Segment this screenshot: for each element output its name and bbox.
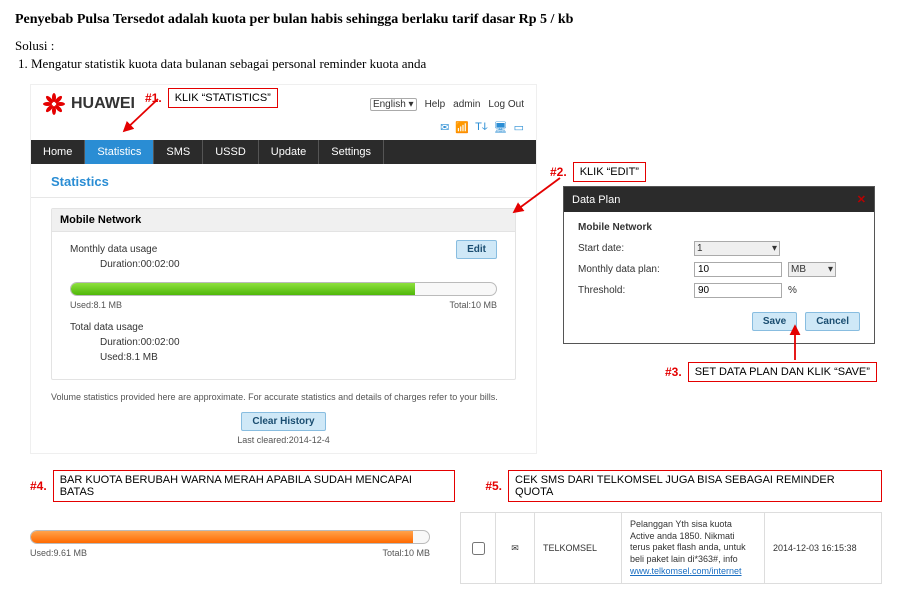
battery-icon: ▭ — [514, 121, 524, 134]
menu-settings[interactable]: Settings — [319, 140, 384, 164]
user-link[interactable]: admin — [453, 99, 480, 110]
arrow-1 — [120, 97, 160, 135]
menu-statistics[interactable]: Statistics — [85, 140, 154, 164]
menu-home[interactable]: Home — [31, 140, 85, 164]
disclaimer-note: Volume statistics provided here are appr… — [51, 392, 516, 402]
step-1: 1. Mengatur statistik kuota data bulanan… — [18, 56, 882, 72]
top-links: English ▾ Help admin Log Out — [370, 98, 524, 111]
huawei-admin-panel: HUAWEI English ▾ Help admin Log Out ✉ 📶 … — [30, 84, 537, 454]
ann1-text: KLIK “STATISTICS” — [168, 88, 278, 108]
menu-ussd[interactable]: USSD — [203, 140, 259, 164]
monthly-used: Used:8.1 MB — [70, 300, 122, 310]
doc-title: Penyebab Pulsa Tersedot adalah kuota per… — [15, 12, 882, 28]
pc-icon: 🖥 — [494, 121, 508, 134]
logout-link[interactable]: Log Out — [488, 99, 524, 110]
clear-history-button[interactable]: Clear History — [241, 412, 325, 431]
edit-button[interactable]: Edit — [456, 240, 497, 259]
ann4-text: BAR KUOTA BERUBAH WARNA MERAH APABILA SU… — [53, 470, 456, 502]
signal-icon: 📶 — [455, 121, 469, 134]
solusi-label: Solusi : — [15, 38, 882, 54]
quota-bar-red — [30, 530, 430, 544]
sms-row: ✉ TELKOMSEL Pelanggan Yth sisa kuota Act… — [460, 512, 882, 584]
menu-sms[interactable]: SMS — [154, 140, 203, 164]
mdp-unit-select[interactable]: MB▾ — [788, 262, 836, 277]
envelope-icon: ✉ — [511, 543, 519, 554]
sms-time: 2014-12-03 16:15:38 — [773, 543, 857, 553]
network-icon: Tↆ — [475, 121, 488, 134]
ann5-text: CEK SMS DARI TELKOMSEL JUGA BISA SEBAGAI… — [508, 470, 882, 502]
arrow-2 — [510, 176, 565, 216]
data-plan-dialog: Data Plan ✕ Mobile Network Start date: 1… — [563, 186, 875, 344]
total-section: Total data usage — [70, 322, 497, 333]
page-heading: Statistics — [31, 164, 536, 198]
monthly-bar — [70, 282, 497, 296]
start-date-label: Start date: — [578, 243, 688, 254]
total-used: Used:8.1 MB — [100, 352, 497, 363]
ann3-num: #3. — [665, 365, 682, 379]
main-menu: Home Statistics SMS USSD Update Settings — [31, 140, 536, 164]
arrow-3 — [787, 324, 803, 362]
mobile-network-panel: Mobile Network Monthly data usage Durati… — [51, 208, 516, 380]
menu-update[interactable]: Update — [259, 140, 319, 164]
lang-select[interactable]: English ▾ — [370, 98, 417, 111]
start-date-select[interactable]: 1▾ — [694, 241, 780, 256]
monthly-total: Total:10 MB — [449, 300, 497, 310]
monthly-label: Monthly data usage — [70, 244, 456, 255]
last-cleared: Last cleared:2014-12-4 — [31, 435, 536, 453]
sms-link[interactable]: www.telkomsel.com/internet — [630, 566, 742, 576]
mdp-label: Monthly data plan: — [578, 264, 688, 275]
duration: Duration:00:02:00 — [100, 259, 456, 270]
ann5-num: #5. — [485, 479, 502, 493]
ann2-text: KLIK “EDIT” — [573, 162, 646, 182]
dialog-subtitle: Mobile Network — [578, 222, 860, 233]
status-icons: ✉ 📶 Tↆ 🖥 ▭ — [31, 121, 536, 140]
sms-body: Pelanggan Yth sisa kuota Active anda 185… — [630, 519, 746, 564]
cancel-button[interactable]: Cancel — [805, 312, 860, 331]
threshold-label: Threshold: — [578, 285, 688, 296]
sms-sender: TELKOMSEL — [543, 543, 597, 553]
huawei-logo-icon — [43, 93, 65, 115]
total-duration: Duration:00:02:00 — [100, 337, 497, 348]
threshold-unit: % — [788, 285, 797, 296]
ann3-text: SET DATA PLAN DAN KLIK “SAVE” — [688, 362, 877, 382]
mdp-input[interactable] — [694, 262, 782, 277]
threshold-input[interactable] — [694, 283, 782, 298]
help-link[interactable]: Help — [425, 99, 446, 110]
ann4-num: #4. — [30, 479, 47, 493]
dialog-title: Data Plan — [572, 194, 620, 206]
dialog-close-icon[interactable]: ✕ — [857, 193, 866, 206]
sms-checkbox[interactable] — [472, 542, 485, 555]
panel-title: Mobile Network — [52, 209, 515, 232]
mail-icon: ✉ — [440, 121, 449, 134]
